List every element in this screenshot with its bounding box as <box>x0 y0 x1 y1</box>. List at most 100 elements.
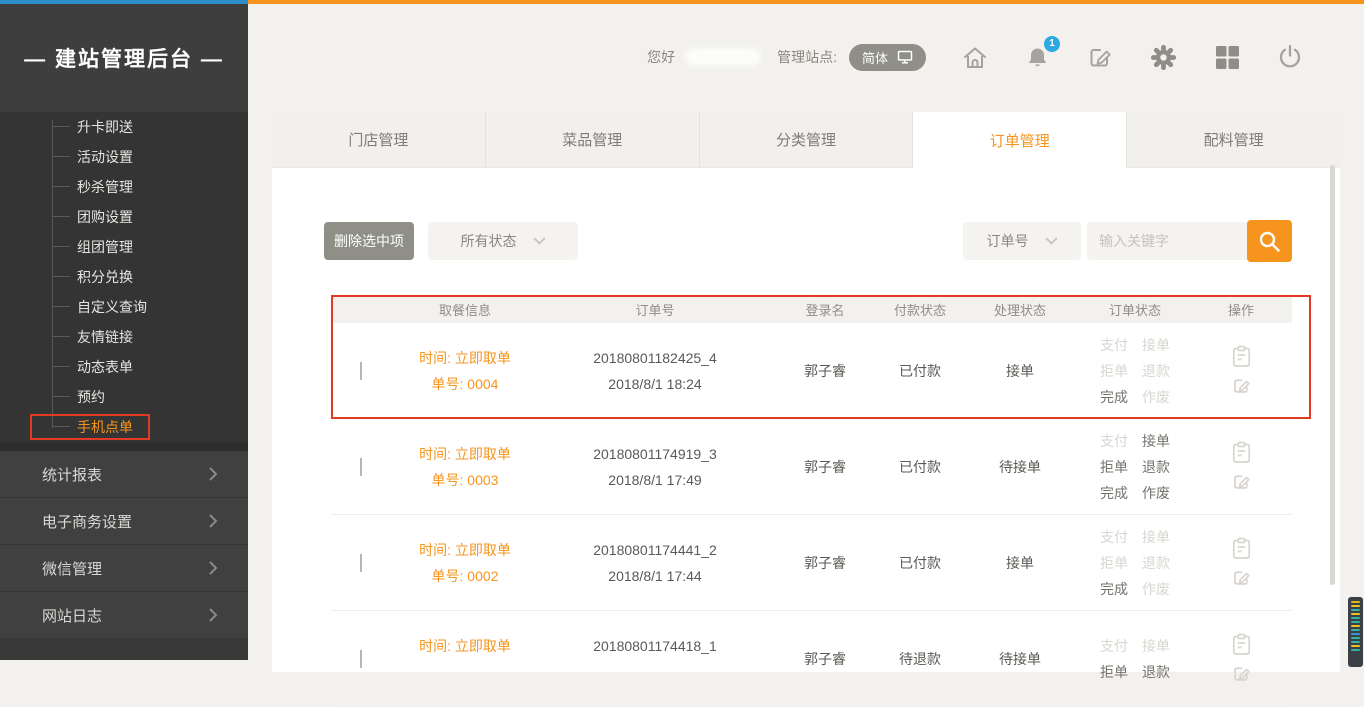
column-header: 处理状态 <box>960 300 1080 319</box>
order-status-link[interactable]: 完成 <box>1100 384 1128 410</box>
row-checkbox[interactable] <box>360 554 362 572</box>
sidebar-sub-item[interactable]: 组团管理 <box>0 232 248 262</box>
color-stripe <box>1351 629 1360 631</box>
order-status-link[interactable]: 支付 <box>1100 332 1128 358</box>
table-body: 时间: 立即取单 单号: 0004 20180801182425_4 2018/… <box>331 323 1292 707</box>
pickup-info-cell: 时间: 立即取单 单号: 0004 <box>390 345 540 397</box>
status-filter-dropdown[interactable]: 所有状态 <box>428 222 578 260</box>
row-checkbox[interactable] <box>360 362 362 380</box>
order-status-link[interactable]: 接单 <box>1142 332 1170 358</box>
sidebar-sub-item[interactable]: 团购设置 <box>0 202 248 232</box>
order-detail-icon[interactable] <box>1231 537 1252 560</box>
order-status-link[interactable]: 接单 <box>1142 524 1170 550</box>
color-stripe <box>1351 637 1360 639</box>
sidebar-sub-item[interactable]: 升卡即送 <box>0 112 248 142</box>
orders-table: 取餐信息 订单号 登录名 付款状态 处理状态 订单状态 操作 <box>331 296 1292 707</box>
sidebar-sub-item[interactable]: 友情链接 <box>0 322 248 352</box>
logout-button[interactable] <box>1276 43 1304 71</box>
search-button[interactable] <box>1247 220 1292 262</box>
pickup-time: 时间: 立即取单 <box>390 441 540 467</box>
pickup-time: 时间: 立即取单 <box>390 537 540 563</box>
order-status-link[interactable]: 完成 <box>1100 576 1128 602</box>
order-detail-icon[interactable] <box>1231 633 1252 656</box>
process-status: 待接单 <box>960 457 1080 477</box>
select-all-checkbox[interactable] <box>331 301 333 318</box>
order-status-link[interactable]: 退款 <box>1142 358 1170 384</box>
tree-tick <box>52 276 70 277</box>
process-status: 接单 <box>960 553 1080 573</box>
scrollbar-thumb[interactable] <box>1330 165 1335 585</box>
sidebar-footer <box>0 639 248 660</box>
tab[interactable]: 配料管理 <box>1127 112 1340 168</box>
color-stripe <box>1351 633 1360 635</box>
sidebar-group-label: 电子商务设置 <box>42 511 132 532</box>
sidebar-sub-item[interactable]: 自定义查询 <box>0 292 248 322</box>
order-status-link[interactable]: 拒单 <box>1100 358 1128 384</box>
color-stripe <box>1351 621 1360 623</box>
pickup-number: 单号: 0003 <box>390 467 540 493</box>
order-status-link[interactable]: 接单 <box>1142 428 1170 454</box>
search-field-dropdown[interactable]: 订单号 <box>963 222 1081 260</box>
order-status-link[interactable]: 作废 <box>1142 576 1170 602</box>
sidebar-group-item[interactable]: 网站日志 <box>0 592 248 639</box>
order-number-cell: 20180801174919_3 2018/8/1 17:49 <box>540 441 770 493</box>
order-status-link[interactable]: 拒单 <box>1100 550 1128 576</box>
edit-order-icon[interactable] <box>1231 471 1252 492</box>
sidebar-sub-item[interactable]: 手机点单 <box>0 412 248 442</box>
order-detail-icon[interactable] <box>1231 345 1252 368</box>
color-stripe <box>1351 605 1360 607</box>
tab[interactable]: 订单管理 <box>913 112 1127 168</box>
order-time <box>540 659 770 685</box>
keyword-input[interactable] <box>1087 222 1247 260</box>
order-number: 20180801182425_4 <box>540 345 770 371</box>
order-status-link[interactable]: 接单 <box>1142 633 1170 659</box>
sidebar-sub-item[interactable]: 活动设置 <box>0 142 248 172</box>
order-status-link[interactable]: 完成 <box>1100 480 1128 506</box>
row-checkbox-cell <box>331 363 390 379</box>
settings-button[interactable] <box>1149 43 1178 72</box>
notifications-button[interactable]: 1 <box>1024 44 1051 71</box>
sidebar-sub-item-label: 秒杀管理 <box>77 177 133 197</box>
edit-order-icon[interactable] <box>1231 567 1252 588</box>
compose-button[interactable] <box>1086 43 1114 71</box>
pickup-number: 单号: 0004 <box>390 371 540 397</box>
order-status-link[interactable]: 拒单 <box>1100 659 1128 685</box>
sidebar-group-item[interactable]: 微信管理 <box>0 545 248 592</box>
order-status-link[interactable]: 作废 <box>1142 384 1170 410</box>
tab[interactable]: 门店管理 <box>272 112 486 168</box>
sidebar-group-item[interactable]: 电子商务设置 <box>0 498 248 545</box>
tab[interactable]: 菜品管理 <box>486 112 700 168</box>
sidebar-sub-item[interactable]: 动态表单 <box>0 352 248 382</box>
color-stripe <box>1351 641 1360 643</box>
sidebar-group-item[interactable]: 统计报表 <box>0 451 248 498</box>
order-status-link[interactable]: 退款 <box>1142 550 1170 576</box>
row-checkbox[interactable] <box>360 650 362 668</box>
pickup-info-cell: 时间: 立即取单 <box>390 633 540 685</box>
order-status-link[interactable]: 作废 <box>1142 480 1170 506</box>
edit-order-icon[interactable] <box>1231 375 1252 396</box>
delete-selected-button[interactable]: 删除选中项 <box>324 222 414 260</box>
order-status-link[interactable]: 拒单 <box>1100 454 1128 480</box>
chevron-down-icon <box>1045 237 1058 245</box>
edit-order-icon[interactable] <box>1231 663 1252 684</box>
sidebar-sub-item-label: 自定义查询 <box>77 297 147 317</box>
sidebar-group-label: 微信管理 <box>42 558 102 579</box>
monitor-icon <box>897 50 913 64</box>
apps-button[interactable] <box>1213 43 1241 71</box>
home-button[interactable] <box>961 44 989 71</box>
tab[interactable]: 分类管理 <box>700 112 914 168</box>
language-pill-button[interactable]: 简体 <box>849 44 926 71</box>
sidebar-sub-item[interactable]: 预约 <box>0 382 248 412</box>
order-status-link[interactable]: 支付 <box>1100 633 1128 659</box>
row-checkbox[interactable] <box>360 458 362 476</box>
sidebar-sub-item[interactable]: 积分兑换 <box>0 262 248 292</box>
power-icon <box>1276 43 1304 71</box>
order-status-link[interactable]: 支付 <box>1100 428 1128 454</box>
color-stripe <box>1351 613 1360 615</box>
order-status-link[interactable]: 退款 <box>1142 454 1170 480</box>
order-status-link[interactable]: 退款 <box>1142 659 1170 685</box>
order-status-link[interactable]: 支付 <box>1100 524 1128 550</box>
tree-tick <box>52 396 70 397</box>
sidebar-sub-item[interactable]: 秒杀管理 <box>0 172 248 202</box>
order-detail-icon[interactable] <box>1231 441 1252 464</box>
